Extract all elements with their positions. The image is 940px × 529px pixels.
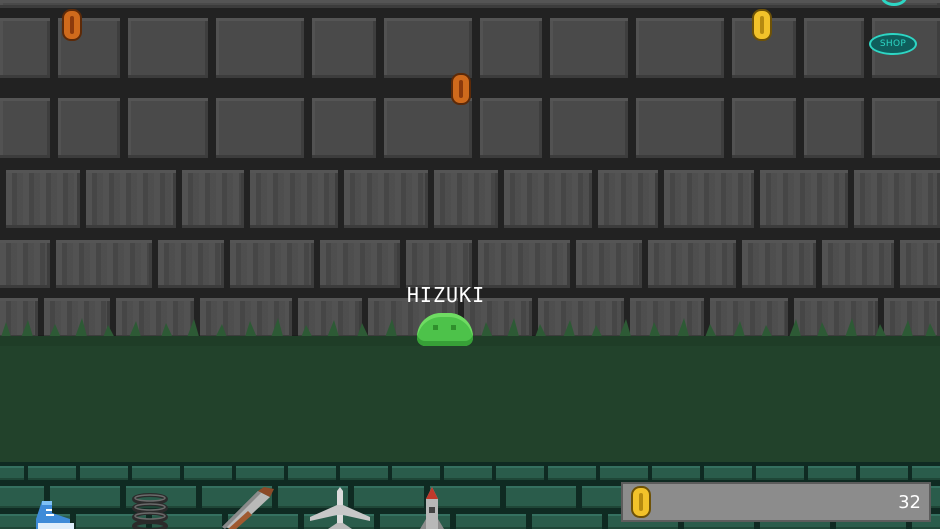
spring-icon bbox=[132, 493, 168, 529]
saw-icon bbox=[222, 487, 274, 529]
item-slot-rocket[interactable] bbox=[402, 484, 462, 529]
coin-counter-panel: 32 bbox=[621, 482, 931, 522]
slime-player bbox=[417, 313, 473, 346]
shop-button[interactable]: SHOP bbox=[869, 33, 917, 55]
coin-icon bbox=[631, 486, 651, 518]
coin-pickup[interactable] bbox=[62, 9, 82, 41]
sneaker-icon bbox=[36, 501, 74, 529]
rocket-icon bbox=[420, 487, 444, 529]
brick-row bbox=[0, 0, 940, 8]
brick-row bbox=[0, 98, 940, 160]
slime-eye bbox=[433, 325, 438, 330]
coin-pickup[interactable] bbox=[752, 9, 772, 41]
item-slot-spring[interactable] bbox=[120, 484, 180, 529]
coin-pickup[interactable] bbox=[451, 73, 471, 105]
shop-button-label: SHOP bbox=[879, 39, 907, 49]
item-slot-airplane[interactable] bbox=[310, 484, 370, 529]
game-scene: SHOP HIZUKI 32 bbox=[0, 0, 940, 529]
slime-eye bbox=[451, 325, 456, 330]
item-slot-sneaker[interactable] bbox=[26, 484, 86, 529]
grass-ground bbox=[0, 336, 940, 462]
brick-row bbox=[0, 170, 940, 230]
player-name-label: HIZUKI bbox=[406, 283, 486, 307]
coin-count: 32 bbox=[898, 492, 921, 513]
item-slot-saw[interactable] bbox=[216, 484, 276, 529]
airplane-icon bbox=[310, 487, 370, 529]
brick-row bbox=[0, 18, 940, 80]
